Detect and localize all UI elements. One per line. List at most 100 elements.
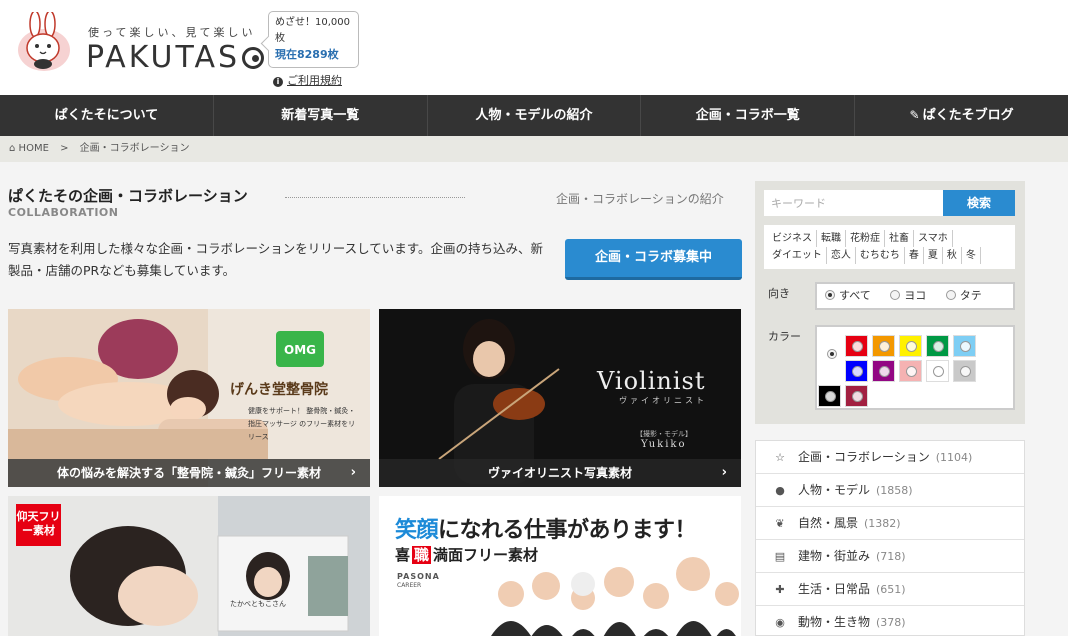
nav-item-blog[interactable]: ✎ ぱくたそブログ xyxy=(855,95,1068,136)
category-count: (1858) xyxy=(876,484,913,497)
smile-sub2: 職 xyxy=(412,546,432,564)
terms-link[interactable]: ご利用規約 xyxy=(287,74,342,87)
tag-link[interactable]: 秋 xyxy=(943,247,962,264)
site-logo[interactable]: 使って楽しい、見て楽しい PAKUTAS xyxy=(16,12,265,75)
staff-group-photo xyxy=(491,557,739,636)
nav-item-collabs[interactable]: 企画・コラボ一覧 xyxy=(641,95,856,136)
orientation-portrait[interactable]: タテ xyxy=(944,284,982,308)
tag-link[interactable]: 恋人 xyxy=(827,247,856,264)
tag-link[interactable]: 夏 xyxy=(924,247,943,264)
orientation-options: すべて ヨコ タテ xyxy=(815,282,1015,310)
tag-link[interactable]: 転職 xyxy=(817,230,846,247)
surprise-photo xyxy=(8,496,370,636)
color-picker xyxy=(815,325,1015,410)
color-swatch[interactable] xyxy=(899,335,922,357)
nav-item-new-photos[interactable]: 新着写真一覧 xyxy=(214,95,428,136)
search-button[interactable]: 検索 xyxy=(943,190,1015,216)
category-label: 自然・風景 xyxy=(798,516,859,530)
violinist-subtitle: ヴァイオリニスト xyxy=(619,396,707,405)
tag-link[interactable]: 春 xyxy=(905,247,924,264)
category-item-nature[interactable]: ❦ 自然・風景 (1382) xyxy=(756,507,1024,540)
card-caption: ヴァイオリニスト写真素材 › xyxy=(379,459,741,487)
category-count: (651) xyxy=(876,583,906,596)
collab-recruit-button[interactable]: 企画・コラボ募集中 xyxy=(565,239,742,280)
radio-icon xyxy=(890,290,901,300)
color-swatch[interactable] xyxy=(872,360,895,382)
logo-wordmark-text: PAKUTAS xyxy=(86,40,241,75)
globe-icon: ◉ xyxy=(775,616,785,629)
star-icon: ☆ xyxy=(775,451,785,464)
rabbit-mascot-icon xyxy=(18,12,70,71)
tag-link[interactable]: 冬 xyxy=(962,247,981,264)
color-swatch[interactable] xyxy=(926,335,949,357)
color-swatch[interactable] xyxy=(845,335,868,357)
category-item-buildings[interactable]: ▤ 建物・街並み (718) xyxy=(756,540,1024,573)
nav-item-models[interactable]: 人物・モデルの紹介 xyxy=(428,95,642,136)
clinic-name: げんき堂整骨院 xyxy=(230,382,328,398)
violinist-model-label: 【撮影・モデル】 xyxy=(636,430,692,438)
tag-link[interactable]: 花粉症 xyxy=(846,230,885,247)
color-swatch[interactable] xyxy=(845,385,868,407)
collab-card-smile-job[interactable]: 笑顔になれる仕事があります！ 喜職満面フリー素材 PASONA CAREER xyxy=(379,496,741,636)
breadcrumb-home[interactable]: HOME xyxy=(19,143,49,154)
page-description: 写真素材を利用した様々な企画・コラボレーションをリリースしています。企画の持ち込… xyxy=(8,241,544,278)
category-item-daily[interactable]: ✚ 生活・日常品 (651) xyxy=(756,573,1024,606)
tag-link[interactable]: むちむち xyxy=(856,247,905,264)
violinist-model-name: Yukiko xyxy=(641,439,687,450)
category-count: (1382) xyxy=(864,517,901,530)
category-item-animals[interactable]: ◉ 動物・生き物 (378) xyxy=(756,606,1024,636)
category-item-collab[interactable]: ☆ 企画・コラボレーション (1104) xyxy=(756,441,1024,474)
tag-link[interactable]: ダイエット xyxy=(768,247,827,264)
color-swatch[interactable] xyxy=(953,360,976,382)
smile-sub1: 喜 xyxy=(395,546,411,564)
card-caption-text: ヴァイオリニスト写真素材 xyxy=(487,466,632,480)
color-swatch[interactable] xyxy=(953,335,976,357)
surprise-badge: 仰天フリー素材 xyxy=(16,504,61,546)
category-label: 企画・コラボレーション xyxy=(798,450,930,464)
logo-tagline: 使って楽しい、見て楽しい xyxy=(88,26,256,39)
chevron-right-icon: › xyxy=(350,465,356,480)
category-list: ☆ 企画・コラボレーション (1104) ● 人物・モデル (1858) ❦ 自然・風景 (… xyxy=(755,440,1025,636)
leaf-icon: ❦ xyxy=(775,517,785,530)
pasona-brand: PASONA xyxy=(397,572,440,581)
color-any-radio[interactable] xyxy=(827,349,837,359)
nav-item-about[interactable]: ぱくたそについて xyxy=(0,95,214,136)
page-title-en: COLLABORATION xyxy=(8,206,119,219)
nav-item-blog-label: ぱくたそブログ xyxy=(922,108,1014,123)
collab-card-surprise[interactable]: 仰天フリー素材 たかべともこさん xyxy=(8,496,370,636)
category-label: 建物・街並み xyxy=(798,549,871,563)
breadcrumb-current: 企画・コラボレーション xyxy=(79,143,190,154)
category-count: (718) xyxy=(876,550,906,563)
category-item-people[interactable]: ● 人物・モデル (1858) xyxy=(756,474,1024,507)
orientation-all[interactable]: すべて xyxy=(823,284,871,308)
popular-tags: ビジネス 転職 花粉症 社畜 スマホダイエット 恋人 むちむち春夏秋冬 xyxy=(764,225,1015,269)
color-label: カラー xyxy=(768,330,801,343)
title-divider xyxy=(285,197,465,198)
color-swatch[interactable] xyxy=(818,385,841,407)
logo-wordmark: PAKUTAS xyxy=(86,40,265,75)
category-count: (1104) xyxy=(935,451,973,464)
tag-link[interactable]: スマホ xyxy=(914,230,953,247)
collab-card-clinic[interactable]: OMG げんき堂整骨院 健康をサポート！ 整骨院・鍼灸・指圧マッサージ のフリー… xyxy=(8,309,370,487)
collab-card-violinist[interactable]: Violinist ヴァイオリニスト 【撮影・モデル】 Yukiko ヴァイオリ… xyxy=(379,309,741,487)
color-swatch[interactable] xyxy=(872,335,895,357)
color-swatch[interactable] xyxy=(899,360,922,382)
color-swatch[interactable] xyxy=(845,360,868,382)
home-icon: ⌂ xyxy=(9,143,16,154)
color-swatch[interactable] xyxy=(926,360,949,382)
site-header: 使って楽しい、見て楽しい PAKUTAS めざせ！10,000枚 現在8289枚… xyxy=(0,0,1068,95)
orientation-landscape[interactable]: ヨコ xyxy=(888,284,926,308)
edit-icon: ✎ xyxy=(909,108,920,122)
violinist-title: Violinist xyxy=(597,367,706,395)
tag-link[interactable]: ビジネス xyxy=(768,230,817,247)
pasona-brand-sub: CAREER xyxy=(397,582,422,589)
tag-link[interactable]: 社畜 xyxy=(885,230,914,247)
card-caption: 体の悩みを解決する「整骨院・鍼灸」フリー素材 › xyxy=(8,459,370,487)
person-icon: ● xyxy=(775,484,785,497)
info-icon: i xyxy=(273,77,283,87)
search-input[interactable] xyxy=(764,190,943,216)
counter-current: 現在8289枚 xyxy=(275,48,339,61)
category-label: 生活・日常品 xyxy=(798,582,871,596)
search-panel: 検索 ビジネス転職花粉症社畜スマホダイエット恋人むちむち春夏秋冬 向き すべて … xyxy=(755,181,1025,424)
section-intro: 企画・コラボレーションの紹介 xyxy=(556,192,724,206)
